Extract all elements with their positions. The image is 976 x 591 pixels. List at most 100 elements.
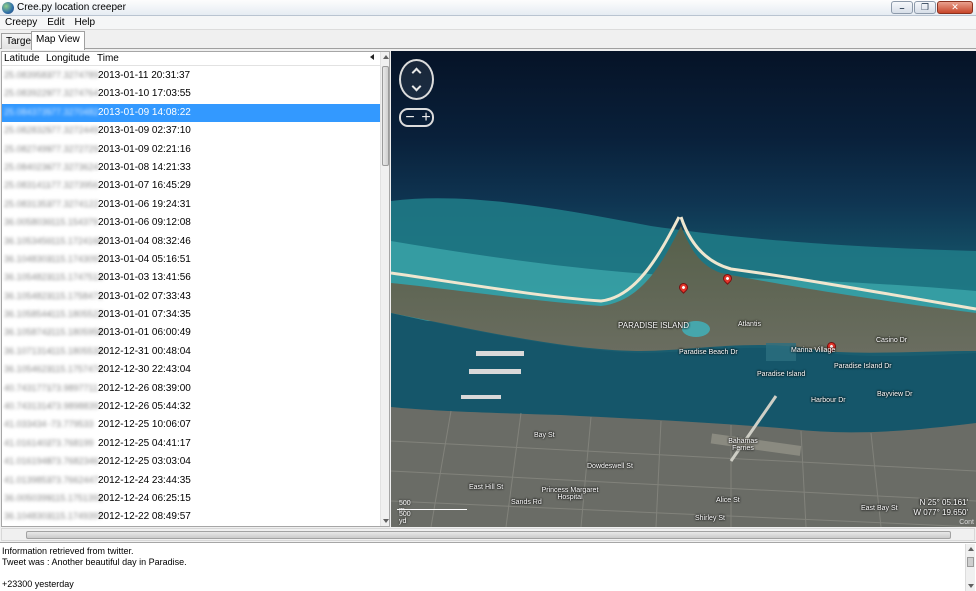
cell-time: 2012-12-25 03:03:04 <box>98 456 191 468</box>
table-row[interactable]: 36.1054823 -115.1758471 2013-01-02 07:33:4… <box>2 288 380 306</box>
cell-time: 2013-01-09 14:08:22 <box>98 106 191 118</box>
cell-longitude: -115.1751391 <box>48 492 103 503</box>
pan-control[interactable] <box>399 59 434 100</box>
map-label: Dowdeswell St <box>587 463 633 470</box>
map-label: Bayview Dr <box>877 391 913 398</box>
cell-latitude: 25.0831411 <box>4 180 51 191</box>
cell-longitude: -73.9897711 <box>48 382 98 393</box>
map-label: Bay St <box>534 432 555 439</box>
table-row[interactable]: 41.0161402 -73.768199 2012-12-25 04:41:17 <box>2 435 380 453</box>
zoom-in-icon[interactable]: + <box>418 110 434 126</box>
table-row[interactable]: 36.1048303 -115.1743097 2013-01-04 05:16:5… <box>2 251 380 269</box>
table-row[interactable]: 36.0050399 -115.1751391 2012-12-24 06:25:1… <box>2 490 380 508</box>
zoom-out-icon[interactable]: − <box>402 110 418 126</box>
cell-latitude: 25.0839583 <box>4 70 52 80</box>
table-row[interactable]: 36.1071314 -115.1805533 2012-12-31 00:48:0… <box>2 343 380 361</box>
cell-latitude: 41.0161948 <box>4 456 52 467</box>
pan-down-icon[interactable] <box>411 81 422 92</box>
cell-latitude: 36.1053450 <box>4 235 52 246</box>
scroll-thumb[interactable] <box>382 66 389 166</box>
info-panel: Information retrieved from twitter. Twee… <box>0 542 976 591</box>
table-row[interactable]: 40.7431771 -73.9897711 2012-12-26 08:39:00 <box>2 380 380 398</box>
table-row[interactable]: 36.1048303 -115.1749397 2012-12-22 08:49:5… <box>2 508 380 526</box>
horizontal-scroll-thumb[interactable] <box>26 531 951 539</box>
cell-longitude: -115.154379 <box>48 217 98 228</box>
table-row[interactable]: 36.0058030 -115.154379 2013-01-06 09:12:08 <box>2 214 380 232</box>
map-label: Paradise Island <box>757 371 806 378</box>
info-source: Information retrieved from twitter. <box>2 546 134 556</box>
scroll-up-icon[interactable] <box>383 55 389 59</box>
map-label: Marina Village <box>791 347 836 354</box>
restore-icon: ❐ <box>920 2 930 12</box>
map-label: Harbour Dr <box>811 397 846 404</box>
cell-longitude: -115.1805958 <box>48 327 103 338</box>
cell-latitude: 41.033434 <box>4 419 47 430</box>
cell-longitude: -73.7682346 <box>48 456 99 467</box>
tab-bar: Targets Map View <box>0 30 976 50</box>
minimize-button[interactable]: – <box>891 1 913 14</box>
cell-time: 2013-01-02 07:33:43 <box>98 290 191 302</box>
cell-time: 2013-01-10 17:03:55 <box>98 88 191 100</box>
table-row[interactable]: 25.0839229 -77.3274764 2013-01-10 17:03:55 <box>2 85 380 103</box>
table-row[interactable]: 41.033434 -73.779533 2012-12-25 10:06:07 <box>2 416 380 434</box>
info-scrollbar[interactable] <box>965 544 975 591</box>
table-row[interactable]: 25.0843735 -77.3270482 2013-01-09 14:08:22 <box>2 103 380 123</box>
scale-imperial: 500 yd <box>399 511 411 525</box>
map-label: Princess Margaret Hospital <box>541 487 599 501</box>
cell-longitude: -73.768199 <box>48 437 94 448</box>
menu-help[interactable]: Help <box>69 16 100 29</box>
table-row[interactable]: 25.0831411 -77.3273956 2013-01-07 16:45:29 <box>2 177 380 195</box>
table-row[interactable]: 25.0831353 -77.3274122 2013-01-06 19:24:31 <box>2 196 380 214</box>
menu-edit[interactable]: Edit <box>42 16 69 29</box>
table-vertical-scrollbar[interactable] <box>380 52 389 526</box>
table-row[interactable]: 25.0840236 -77.3273624 2013-01-08 14:21:33 <box>2 159 380 177</box>
coordinate-latitude: N 25° 05.161' <box>919 498 968 507</box>
map-attribution[interactable]: Cont <box>959 519 974 526</box>
table-row[interactable]: 25.0827499 -77.3272729 2013-01-09 02:21:16 <box>2 141 380 159</box>
cell-longitude: -77.3274764 <box>48 88 99 99</box>
scale-line <box>397 509 467 510</box>
window-title: Cree.py location creeper <box>17 2 126 13</box>
table-row[interactable]: 25.0828325 -77.3272449 2013-01-09 02:37:10 <box>2 122 380 140</box>
column-time[interactable]: Time <box>97 53 119 64</box>
close-button[interactable]: ✕ <box>937 1 973 14</box>
cell-longitude: -77.3273624 <box>48 161 99 172</box>
cell-longitude: -77.3272729 <box>48 143 99 154</box>
cell-latitude: 36.1058544 <box>4 309 52 320</box>
table-row[interactable]: 41.0139853 -73.7662447 2012-12-24 23:44:35 <box>2 472 380 490</box>
scroll-down-icon[interactable] <box>383 519 389 523</box>
cell-longitude: -115.1758471 <box>48 290 103 301</box>
table-row[interactable]: 36.1054623 -115.1757474 2012-12-30 22:43:0… <box>2 361 380 379</box>
table-row[interactable]: 40.7431314 -73.9898839 2012-12-26 05:44:32 <box>2 398 380 416</box>
cell-longitude: -73.779533 <box>48 419 94 430</box>
cell-longitude: -115.1747513 <box>48 272 103 283</box>
cell-time: 2013-01-07 16:45:29 <box>98 180 191 192</box>
close-icon: ✕ <box>951 2 959 12</box>
table-row[interactable]: 36.1058544 -115.1805522 2013-01-01 07:34:3… <box>2 306 380 324</box>
cell-latitude: 36.0050399 <box>4 492 52 503</box>
info-scroll-thumb[interactable] <box>967 557 974 567</box>
menu-creepy[interactable]: Creepy <box>0 16 42 29</box>
cell-longitude: -115.1743097 <box>48 253 103 264</box>
sort-indicator-icon[interactable] <box>370 54 374 60</box>
tab-map-view[interactable]: Map View <box>31 31 85 50</box>
cell-time: 2012-12-24 06:25:15 <box>98 492 191 504</box>
cell-time: 2012-12-30 22:43:04 <box>98 364 191 376</box>
cell-time: 2013-01-09 02:21:16 <box>98 143 191 155</box>
horizontal-scrollbar[interactable] <box>1 528 975 541</box>
cell-time: 2012-12-25 04:41:17 <box>98 437 191 449</box>
info-scroll-up-icon[interactable] <box>968 547 974 551</box>
table-row[interactable]: 36.1054823 -115.1747513 2013-01-03 13:41:5… <box>2 269 380 287</box>
info-scroll-down-icon[interactable] <box>968 584 974 588</box>
column-longitude[interactable]: Longitude <box>46 53 90 64</box>
table-row[interactable]: 25.0839583 -77.3274789 2013-01-11 20:31:37 <box>2 67 380 85</box>
map-view[interactable]: − + PARADISE ISLAND Atlantis Paradise Be… <box>391 51 976 527</box>
table-row[interactable]: 41.0161948 -73.7682346 2012-12-25 03:03:04 <box>2 453 380 471</box>
restore-button[interactable]: ❐ <box>914 1 936 14</box>
column-latitude[interactable]: Latitude <box>4 53 40 64</box>
cell-latitude: 41.0139853 <box>4 474 52 485</box>
table-row[interactable]: 36.1058742 -115.1805958 2013-01-01 06:00:4… <box>2 324 380 342</box>
table-row[interactable]: 36.1053450 -115.1724168 2013-01-04 08:32:4… <box>2 233 380 251</box>
pan-up-icon[interactable] <box>411 67 422 78</box>
cell-latitude: 36.1054623 <box>4 364 52 375</box>
